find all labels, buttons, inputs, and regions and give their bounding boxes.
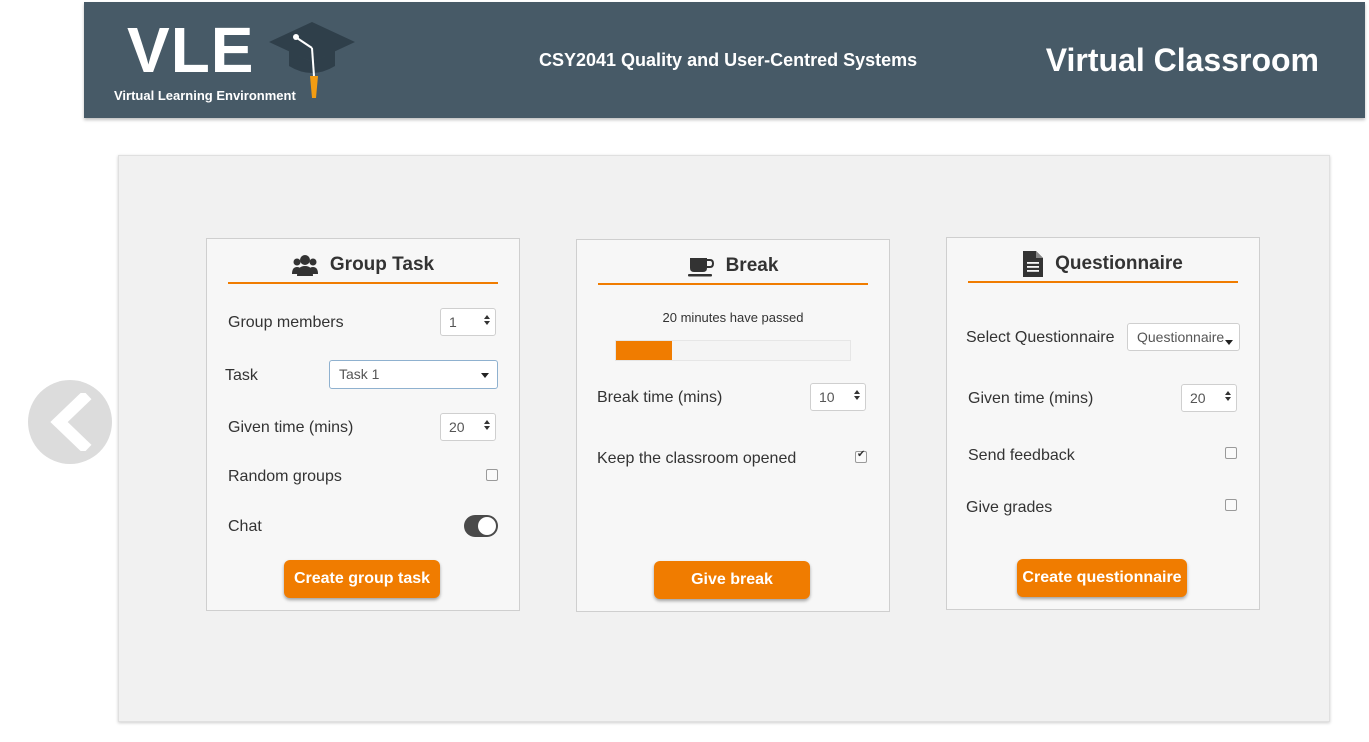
page-title: Virtual Classroom xyxy=(1045,42,1319,78)
toggle-knob xyxy=(478,517,496,535)
break-card: Break 20 minutes have passed Break time … xyxy=(576,239,890,612)
give-grades-checkbox[interactable] xyxy=(1225,499,1237,511)
card-header: Questionnaire xyxy=(968,246,1238,283)
chat-toggle[interactable] xyxy=(464,515,498,537)
stepper-value: 20 xyxy=(1190,390,1206,406)
given-time-label: Given time (mins) xyxy=(228,419,354,436)
card-title: Group Task xyxy=(329,253,435,275)
select-value: Questionnaire xyxy=(1137,329,1225,345)
break-time-stepper[interactable]: 10 xyxy=(810,383,866,411)
group-task-card: Group Task Group members 1 Task Task 1 G… xyxy=(206,238,520,611)
progress-fill xyxy=(616,341,673,360)
send-feedback-label: Send feedback xyxy=(968,447,1075,464)
given-time-stepper[interactable]: 20 xyxy=(1181,384,1237,412)
task-select[interactable]: Task 1 xyxy=(329,360,498,389)
keep-open-label: Keep the classroom opened xyxy=(597,450,797,467)
send-feedback-checkbox[interactable] xyxy=(1225,447,1237,459)
task-label: Task xyxy=(225,367,258,384)
given-time-label: Given time (mins) xyxy=(968,390,1094,407)
header-bar: VLE Virtual Learning Environment CSY2041… xyxy=(84,2,1365,118)
group-members-label: Group members xyxy=(228,314,344,331)
select-questionnaire-label: Select Questionnaire xyxy=(966,329,1115,346)
give-break-button[interactable]: Give break xyxy=(654,561,810,599)
stepper-arrows[interactable] xyxy=(484,420,490,430)
stepper-arrows[interactable] xyxy=(484,315,490,325)
keep-open-checkbox[interactable] xyxy=(855,449,867,463)
card-header: Group Task xyxy=(228,247,498,284)
given-time-stepper[interactable]: 20 xyxy=(440,413,496,441)
card-title: Questionnaire xyxy=(1055,252,1183,274)
chat-label: Chat xyxy=(228,518,262,535)
break-progress-bar xyxy=(615,340,851,361)
logo-subtitle: Virtual Learning Environment xyxy=(114,88,296,103)
back-button[interactable] xyxy=(28,380,112,464)
create-group-task-button[interactable]: Create group task xyxy=(284,560,440,598)
random-groups-label: Random groups xyxy=(228,468,342,485)
stepper-value: 1 xyxy=(449,314,457,330)
card-title: Break xyxy=(725,254,779,276)
graduation-cap-icon xyxy=(269,22,355,98)
questionnaire-select[interactable]: Questionnaire xyxy=(1127,323,1240,351)
card-header: Break xyxy=(598,248,868,285)
select-value: Task 1 xyxy=(339,366,380,382)
users-icon xyxy=(291,254,318,276)
random-groups-checkbox[interactable] xyxy=(486,469,498,481)
group-members-stepper[interactable]: 1 xyxy=(440,308,496,336)
stepper-value: 20 xyxy=(449,419,465,435)
chevron-down-icon xyxy=(1225,340,1233,345)
stepper-arrows[interactable] xyxy=(854,390,860,400)
give-grades-label: Give grades xyxy=(966,499,1053,516)
chevron-left-icon xyxy=(50,393,92,451)
questionnaire-card: Questionnaire Select Questionnaire Quest… xyxy=(946,237,1260,610)
create-questionnaire-button[interactable]: Create questionnaire xyxy=(1017,559,1187,597)
elapsed-time-text: 20 minutes have passed xyxy=(662,310,804,325)
break-time-label: Break time (mins) xyxy=(597,389,723,406)
logo-text: VLE xyxy=(127,14,255,86)
course-title: CSY2041 Quality and User-Centred Systems xyxy=(539,50,918,70)
coffee-cup-icon xyxy=(687,255,714,277)
stepper-value: 10 xyxy=(819,389,835,405)
document-icon xyxy=(1023,250,1044,277)
main-panel: Group Task Group members 1 Task Task 1 G… xyxy=(118,155,1330,722)
vle-logo[interactable]: VLE Virtual Learning Environment xyxy=(112,12,355,110)
stepper-arrows[interactable] xyxy=(1225,391,1231,401)
chevron-down-icon xyxy=(481,372,489,378)
